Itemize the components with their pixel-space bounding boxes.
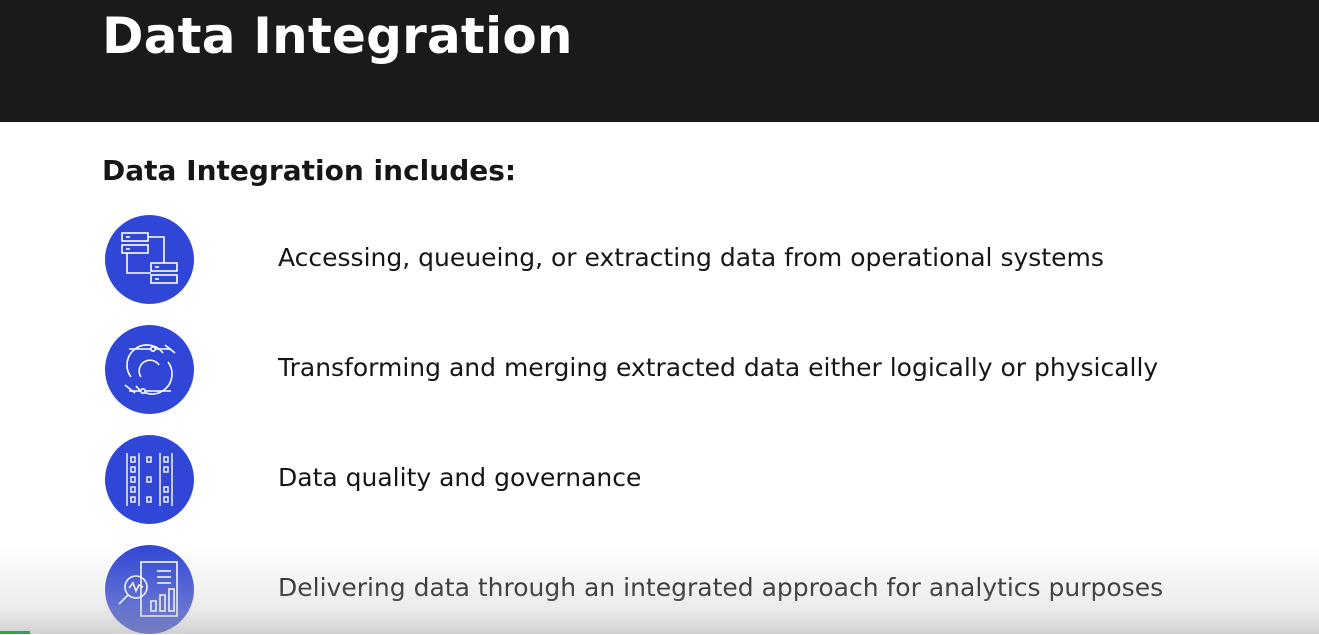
- slide-header: Data Integration: [0, 0, 1319, 122]
- data-quality-grid-icon: [105, 435, 194, 524]
- list-item: Transforming and merging extracted data …: [105, 325, 1255, 415]
- list-item-text: Delivering data through an integrated ap…: [278, 573, 1164, 602]
- slide-title: Data Integration: [102, 7, 573, 65]
- data-flow-icon: [105, 215, 194, 304]
- list-item: Accessing, queueing, or extracting data …: [105, 215, 1255, 305]
- list-item: Delivering data through an integrated ap…: [105, 545, 1255, 635]
- analytics-report-icon: [105, 545, 194, 634]
- list-item-text: Data quality and governance: [278, 463, 642, 492]
- list-item-text: Transforming and merging extracted data …: [278, 353, 1159, 382]
- transform-cycle-icon: [105, 325, 194, 414]
- list-item: Data quality and governance: [105, 435, 1255, 525]
- slide-subtitle: Data Integration includes:: [102, 154, 517, 187]
- list-item-text: Accessing, queueing, or extracting data …: [278, 243, 1104, 272]
